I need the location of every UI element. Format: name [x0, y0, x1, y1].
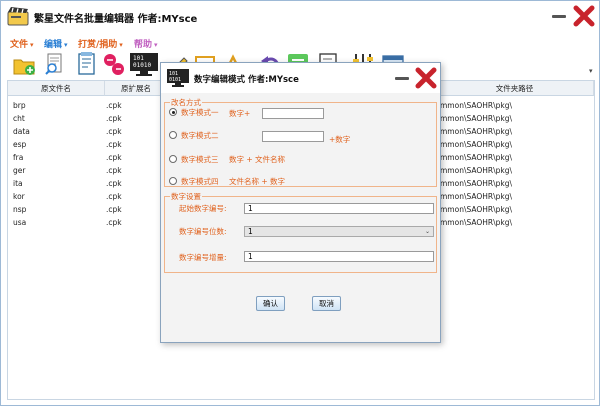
cell-name: cht [13, 114, 25, 123]
cell-ext: .cpk [106, 153, 122, 162]
window-title: 繁星文件名批量编辑器 作者:MYsce [34, 14, 198, 25]
dialog-minimize-button[interactable] [395, 77, 409, 80]
cell-name: brp [13, 101, 26, 110]
mode1-input[interactable] [262, 108, 324, 119]
cell-ext: .cpk [106, 205, 122, 214]
start-number-label: 起始数字编号: [179, 204, 227, 213]
cell-name: usa [13, 218, 27, 227]
folder-add-icon[interactable] [12, 51, 36, 77]
mode2-radio[interactable] [169, 131, 177, 139]
document-list-icon[interactable] [74, 51, 98, 77]
mode1-label[interactable]: 数字模式一 [181, 107, 219, 118]
mode3-desc: 数字 + 文件名称 [229, 155, 286, 164]
menu-help[interactable]: 帮助 ▾ [134, 37, 158, 50]
menu-edit[interactable]: 编辑 ▾ [44, 37, 68, 50]
mode3-radio[interactable] [169, 155, 177, 163]
cell-name: ita [13, 179, 23, 188]
svg-text:101: 101 [133, 55, 144, 62]
mode2-desc: +数字 [329, 135, 351, 144]
mode1-desc: 数字+ [229, 109, 251, 118]
cell-name: kor [13, 192, 25, 201]
cell-path: mmon\SAOHR\pkg\ [440, 166, 513, 175]
column-header-ext[interactable]: 原扩展名 [105, 81, 168, 96]
cell-path: mmon\SAOHR\pkg\ [440, 218, 513, 227]
cell-ext: .cpk [106, 179, 122, 188]
svg-text:0101: 0101 [169, 77, 181, 83]
cancel-button[interactable]: 取消 [312, 296, 341, 311]
cell-path: mmon\SAOHR\pkg\ [440, 192, 513, 201]
menu-donate[interactable]: 打赏/捐助 ▾ [78, 37, 123, 50]
cell-ext: .cpk [106, 166, 122, 175]
increment-input[interactable]: 1 [244, 251, 434, 262]
cell-ext: .cpk [106, 140, 122, 149]
number-edit-dialog: 101 0101 数字编辑模式 作者:MYsce 改名方式 数字模式一 数字+ … [160, 62, 441, 343]
number-settings-group: 数字设置 起始数字编号: 1 数字编号位数: 1 ⌄ 数字编号增量: 1 [164, 191, 437, 273]
chevron-down-icon: ▾ [30, 41, 34, 49]
menu-bar: 文件 ▾ 编辑 ▾ 打赏/捐助 ▾ 帮助 ▾ [1, 35, 599, 51]
cell-name: nsp [13, 205, 27, 214]
mode4-radio[interactable] [169, 177, 177, 185]
cell-path: mmon\SAOHR\pkg\ [440, 127, 513, 136]
chevron-down-icon: ▾ [64, 41, 68, 49]
naming-mode-group: 改名方式 数字模式一 数字+ 数字模式二 +数字 数字模式三 数字 + 文件名称… [164, 97, 437, 187]
column-header-path[interactable]: 文件夹路径 [436, 81, 594, 96]
cell-ext: .cpk [106, 114, 122, 123]
cell-path: mmon\SAOHR\pkg\ [440, 205, 513, 214]
start-number-input[interactable]: 1 [244, 203, 434, 214]
digits-label: 数字编号位数: [179, 227, 227, 236]
mode4-desc: 文件名称 + 数字 [229, 177, 286, 186]
mode1-radio[interactable] [169, 108, 177, 116]
cell-ext: .cpk [106, 101, 122, 110]
mode4-label[interactable]: 数字模式四 [181, 176, 219, 187]
digits-select-value: 1 [248, 227, 253, 236]
cell-ext: .cpk [106, 127, 122, 136]
number-settings-group-label: 数字设置 [170, 191, 202, 202]
dialog-title: 数字编辑模式 作者:MYsce [194, 75, 299, 85]
swap-icon[interactable] [102, 51, 126, 77]
cell-name: fra [13, 153, 24, 162]
column-header-name[interactable]: 原文件名 [8, 81, 105, 96]
title-bar: 繁星文件名批量编辑器 作者:MYsce [1, 1, 599, 31]
increment-label: 数字编号增量: [179, 253, 227, 262]
chevron-down-icon: ▾ [119, 41, 123, 49]
chevron-down-icon: ▾ [154, 41, 158, 49]
dialog-title-bar: 101 0101 数字编辑模式 作者:MYsce [161, 63, 440, 93]
mode3-label[interactable]: 数字模式三 [181, 154, 219, 165]
cell-ext: .cpk [106, 218, 122, 227]
close-button[interactable] [573, 5, 595, 27]
search-file-icon[interactable] [43, 51, 67, 77]
dialog-close-button[interactable] [415, 67, 437, 89]
cell-ext: .cpk [106, 192, 122, 201]
menu-file[interactable]: 文件 ▾ [10, 37, 34, 50]
cell-path: mmon\SAOHR\pkg\ [440, 153, 513, 162]
chevron-down-icon: ⌄ [424, 228, 430, 235]
cell-name: data [13, 127, 30, 136]
mode2-label[interactable]: 数字模式二 [181, 130, 219, 141]
cell-name: esp [13, 140, 27, 149]
toolbar-overflow-icon[interactable]: ▾ [589, 67, 593, 75]
binary-monitor-icon: 101 0101 [167, 69, 189, 87]
svg-text:01010: 01010 [133, 62, 151, 69]
app-clapper-icon [7, 7, 29, 26]
binary-monitor-icon[interactable]: 101 01010 [129, 51, 159, 77]
cell-path: mmon\SAOHR\pkg\ [440, 101, 513, 110]
cell-path: mmon\SAOHR\pkg\ [440, 179, 513, 188]
digits-select[interactable]: 1 ⌄ [244, 226, 434, 237]
cell-path: mmon\SAOHR\pkg\ [440, 114, 513, 123]
mode2-input[interactable] [262, 131, 324, 142]
cell-name: ger [13, 166, 26, 175]
minimize-button[interactable] [552, 15, 566, 18]
cell-path: mmon\SAOHR\pkg\ [440, 140, 513, 149]
ok-button[interactable]: 确认 [256, 296, 285, 311]
